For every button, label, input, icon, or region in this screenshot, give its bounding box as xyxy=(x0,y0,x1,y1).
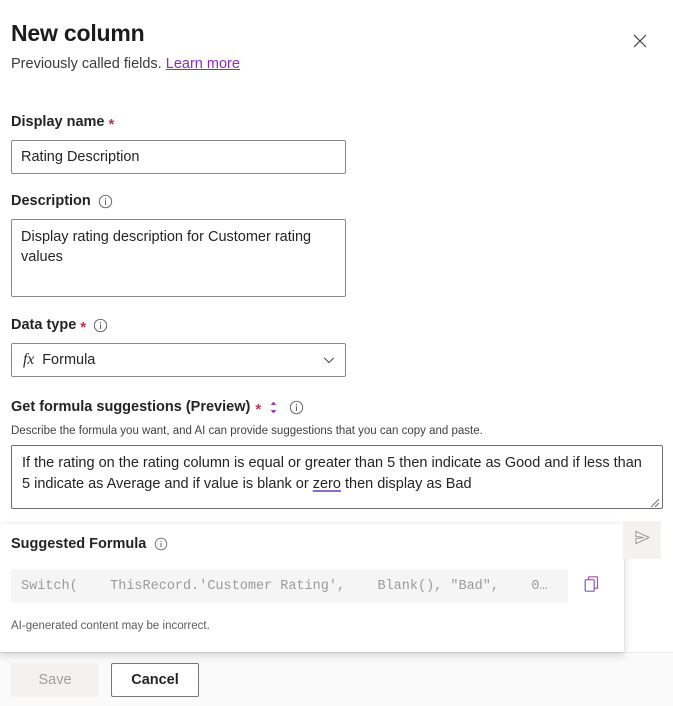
prompt-text-part2: then display as Bad xyxy=(341,476,472,492)
display-name-label: Display name * xyxy=(11,112,673,132)
suggested-formula-title-text: Suggested Formula xyxy=(11,536,146,552)
send-icon xyxy=(633,528,652,552)
close-button[interactable] xyxy=(625,26,655,56)
panel-subtitle: Previously called fields. Learn more xyxy=(11,54,673,74)
suggested-formula-card: Suggested Formula Switch( ThisRecord.'Cu… xyxy=(0,524,624,652)
suggested-formula-title: Suggested Formula xyxy=(11,536,169,552)
new-column-panel: New column Previously called fields. Lea… xyxy=(0,0,673,706)
suggested-formula-row: Switch( ThisRecord.'Customer Rating', Bl… xyxy=(11,569,609,603)
data-type-value: Formula xyxy=(42,352,322,368)
data-type-label: Data type * xyxy=(11,315,673,335)
description-label: Description xyxy=(11,191,673,211)
suggested-formula-text: Switch( ThisRecord.'Customer Rating', Bl… xyxy=(21,579,548,594)
required-asterisk: * xyxy=(255,402,261,417)
subtitle-text: Previously called fields. xyxy=(11,56,162,72)
textarea-resize-handle[interactable] xyxy=(648,495,660,507)
prompt-misspelled-word: zero xyxy=(313,476,341,492)
info-icon[interactable] xyxy=(98,194,113,209)
info-icon[interactable] xyxy=(93,318,108,333)
display-name-label-text: Display name xyxy=(11,112,105,132)
required-asterisk: * xyxy=(80,320,86,335)
send-prompt-button[interactable] xyxy=(623,521,661,559)
field-data-type: Data type * fx Formula xyxy=(11,315,673,377)
description-label-text: Description xyxy=(11,191,91,211)
chevron-down-icon xyxy=(322,353,336,367)
data-type-dropdown[interactable]: fx Formula xyxy=(11,343,346,377)
cancel-button[interactable]: Cancel xyxy=(111,663,199,697)
save-button[interactable]: Save xyxy=(11,663,99,697)
ai-hint-text: Describe the formula you want, and AI ca… xyxy=(11,424,673,439)
copy-formula-button[interactable] xyxy=(575,569,609,603)
display-name-input[interactable] xyxy=(11,140,346,174)
copy-icon xyxy=(582,574,602,599)
panel-footer: Save Cancel xyxy=(0,652,673,706)
info-icon[interactable] xyxy=(154,537,169,552)
learn-more-link[interactable]: Learn more xyxy=(166,56,240,72)
ai-section-heading: Get formula suggestions (Preview) * xyxy=(11,397,673,417)
required-asterisk: * xyxy=(109,117,115,132)
ai-suggestions-section: Get formula suggestions (Preview) * xyxy=(11,397,673,509)
ai-heading-text: Get formula suggestions (Preview) xyxy=(11,397,250,417)
page-title: New column xyxy=(11,18,673,48)
panel-header: New column Previously called fields. Lea… xyxy=(0,0,673,74)
fx-icon: fx xyxy=(23,351,34,369)
data-type-label-text: Data type xyxy=(11,315,76,335)
ai-prompt-wrapper: If the rating on the rating column is eq… xyxy=(11,445,663,509)
field-description: Description Display rating description f… xyxy=(11,191,673,297)
field-display-name: Display name * xyxy=(11,112,673,174)
chevron-up-down-icon[interactable] xyxy=(266,400,281,415)
ai-disclaimer: AI-generated content may be incorrect. xyxy=(11,620,210,632)
ai-prompt-input[interactable]: If the rating on the rating column is eq… xyxy=(11,445,663,509)
info-icon[interactable] xyxy=(289,400,304,415)
close-icon xyxy=(633,34,647,48)
suggested-formula-box[interactable]: Switch( ThisRecord.'Customer Rating', Bl… xyxy=(11,569,568,603)
panel-body: Display name * Description Display ratin… xyxy=(0,100,673,509)
description-textarea[interactable]: Display rating description for Customer … xyxy=(11,219,346,297)
